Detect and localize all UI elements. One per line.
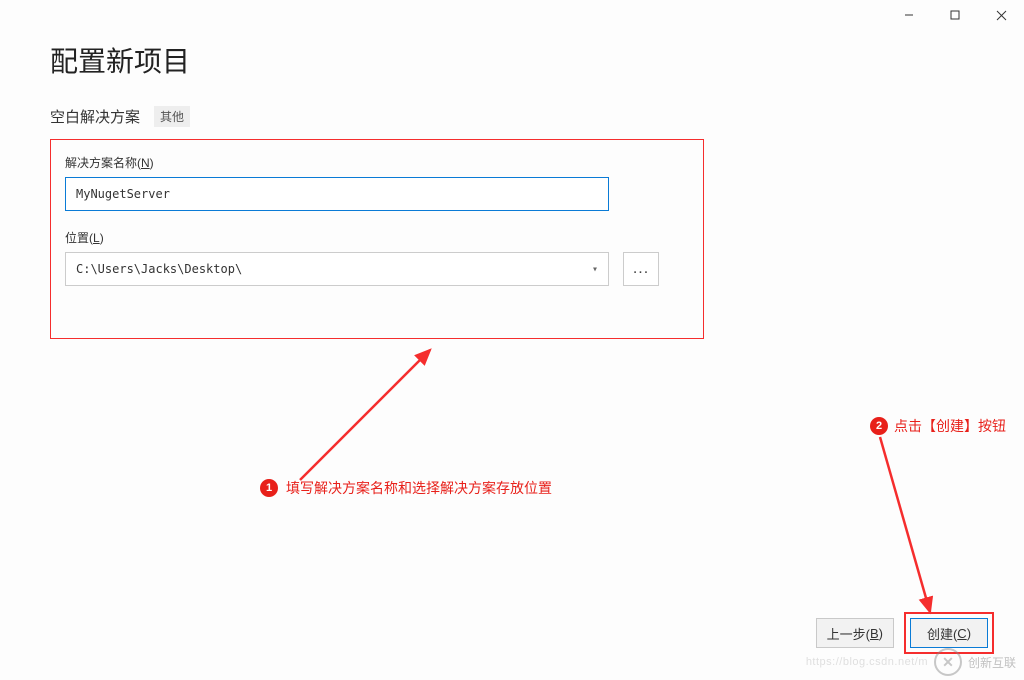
- window-controls: [886, 0, 1024, 30]
- solution-name-label: 解决方案名称(N): [65, 154, 689, 171]
- form-area: 解决方案名称(N) 位置(L) C:\Users\Jacks\Desktop\ …: [50, 139, 704, 339]
- location-select[interactable]: C:\Users\Jacks\Desktop\ ▾: [65, 252, 609, 286]
- annotation-badge-2: 2: [870, 417, 888, 435]
- minimize-button[interactable]: [886, 0, 932, 30]
- annotation-arrow-1: [280, 345, 450, 490]
- page-title: 配置新项目: [50, 40, 974, 80]
- template-tag: 其他: [154, 106, 190, 127]
- watermark-logo-icon: ✕: [934, 648, 962, 676]
- watermark: https://blog.csdn.net/m ✕ 创新互联: [806, 648, 1016, 676]
- back-button[interactable]: 上一步(B): [816, 618, 894, 648]
- solution-name-input[interactable]: [65, 177, 609, 211]
- annotation-2: 2 点击【创建】按钮: [870, 416, 1006, 436]
- template-subheader: 空白解决方案 其他: [50, 106, 974, 127]
- location-label: 位置(L): [65, 229, 689, 246]
- watermark-brand: 创新互联: [968, 654, 1016, 671]
- annotation-arrow-2: [850, 432, 950, 627]
- annotation-badge-1: 1: [260, 479, 278, 497]
- close-button[interactable]: [978, 0, 1024, 30]
- watermark-url: https://blog.csdn.net/m: [806, 656, 928, 668]
- chevron-down-icon: ▾: [592, 264, 598, 275]
- template-name: 空白解决方案: [50, 106, 140, 127]
- maximize-button[interactable]: [932, 0, 978, 30]
- location-value: C:\Users\Jacks\Desktop\: [76, 262, 242, 276]
- browse-button[interactable]: ...: [623, 252, 659, 286]
- annotation-text-1: 填写解决方案名称和选择解决方案存放位置: [286, 478, 552, 498]
- create-button[interactable]: 创建(C): [910, 618, 988, 648]
- annotation-text-2: 点击【创建】按钮: [894, 416, 1006, 436]
- annotation-1: 1 填写解决方案名称和选择解决方案存放位置: [260, 478, 552, 498]
